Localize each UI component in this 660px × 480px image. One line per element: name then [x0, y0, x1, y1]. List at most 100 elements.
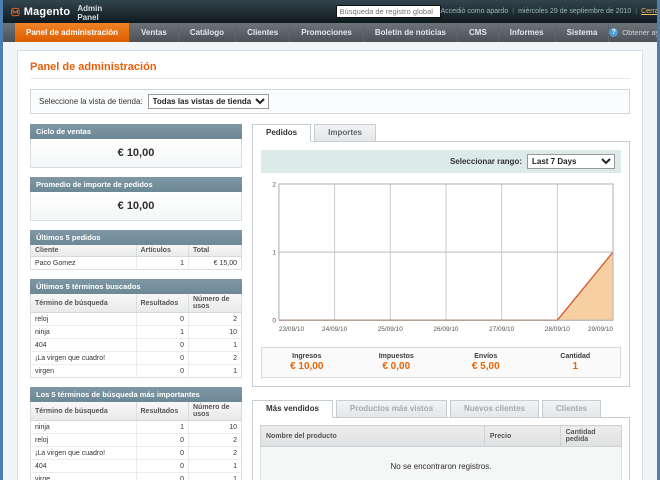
- chart-panel: Seleccionar rango: Last 7 Days 23/09/102…: [252, 141, 630, 387]
- nav-tab-informes[interactable]: Informes: [499, 23, 556, 42]
- help-label: Obtener ayuda para esta página: [622, 28, 660, 37]
- last-search-cell: virgen: [31, 365, 136, 378]
- top-search-row[interactable]: 40401: [31, 460, 241, 473]
- tab-clientes: Clientes: [542, 400, 601, 418]
- tab-mas-vendidos[interactable]: Más vendidos: [252, 400, 333, 418]
- last-search-cell: 0: [136, 339, 189, 352]
- top-search-row[interactable]: ¡La virgen que cuadro!02: [31, 447, 241, 460]
- total-label: Ingresos: [262, 353, 352, 360]
- products-header-row: Nombre del productoPrecioCantidad pedida: [261, 426, 622, 447]
- top-search-cell: 0: [136, 473, 189, 480]
- orders-area-chart: 23/09/10 24/09/10 25/09/10 26/09/10 27/09/10…: [263, 179, 619, 336]
- page-title: Panel de administración: [30, 61, 630, 79]
- last-search-cell: 1: [136, 326, 189, 339]
- global-search-input[interactable]: [336, 5, 441, 18]
- range-label: Seleccionar rango:: [450, 157, 522, 166]
- header-user-info: Accedió como apardo | miércoles 29 de se…: [441, 8, 660, 15]
- last-search-row[interactable]: reloj02: [31, 313, 241, 326]
- top-search-cell: 10: [189, 421, 242, 434]
- nav-tab-ventas[interactable]: Ventas: [130, 23, 179, 42]
- range-select[interactable]: Last 7 Days: [527, 154, 615, 169]
- top-search-cell: 0: [136, 447, 189, 460]
- top-search-col-resultados: Resultados: [136, 402, 189, 421]
- last-orders-title: Últimos 5 pedidos: [30, 230, 242, 245]
- last-search-header-row: Término de búsquedaResultadosNúmero de u…: [31, 294, 241, 313]
- orders-chart: 23/09/10 24/09/10 25/09/10 26/09/10 27/09/10…: [261, 173, 621, 341]
- svg-text:25/09/10: 25/09/10: [378, 326, 404, 333]
- last-orders-cell: 1: [136, 257, 189, 270]
- products-col-precio: Precio: [484, 426, 560, 447]
- top-search-cell: 0: [136, 434, 189, 447]
- tab-productos-mas-vistos: Productos más vistos: [336, 400, 447, 418]
- store-switcher-select[interactable]: Todas las vistas de tienda: [148, 94, 269, 109]
- average-orders-value: € 10,00: [31, 192, 241, 220]
- magento-logo-icon: [11, 5, 20, 19]
- svg-text:23/09/10: 23/09/10: [279, 326, 305, 333]
- last-search-terms-box: Últimos 5 términos buscados Término de b…: [30, 279, 242, 378]
- last-search-row[interactable]: ninja110: [31, 326, 241, 339]
- last-search-cell: 0: [136, 352, 189, 365]
- total-value: € 0,00: [352, 361, 442, 372]
- logout-link[interactable]: Cerrar Sesión: [641, 8, 660, 15]
- top-search-row[interactable]: virge01: [31, 473, 241, 480]
- last-search-row[interactable]: virgen01: [31, 365, 241, 378]
- totals-strip: Ingresos€ 10,00Impuestos€ 0,00Envíos€ 5,…: [261, 347, 621, 378]
- magento-admin-window: Magento Admin Panel Accedió como apardo …: [0, 0, 660, 480]
- current-date: miércoles 29 de septiembre de 2010: [518, 8, 631, 15]
- tab-pedidos[interactable]: Pedidos: [252, 124, 311, 142]
- dashboard-right-column: PedidosImportes Seleccionar rango: Last …: [252, 124, 630, 480]
- last-search-cell: 1: [189, 339, 242, 352]
- nav-tab-catalogo[interactable]: Catálogo: [179, 23, 236, 42]
- svg-text:27/09/10: 27/09/10: [489, 326, 515, 333]
- average-orders-title: Promedio de importe de pedidos: [30, 177, 242, 192]
- svg-text:26/09/10: 26/09/10: [433, 326, 459, 333]
- top-search-col-termino-de-busqueda: Término de búsqueda: [31, 402, 136, 421]
- tab-importes[interactable]: Importes: [314, 124, 376, 142]
- products-col-cantidad-pedida: Cantidad pedida: [560, 426, 621, 447]
- nav-tab-boletin-de-noticias[interactable]: Boletín de noticias: [364, 23, 458, 42]
- nav-tab-clientes[interactable]: Clientes: [236, 23, 290, 42]
- last-orders-col-cliente: Cliente: [31, 245, 136, 257]
- top-search-cell: 1: [189, 473, 242, 480]
- products-empty-message: No se encontraron registros.: [261, 447, 622, 480]
- last-search-col-numero-de-usos: Número de usos: [189, 294, 242, 313]
- svg-text:2: 2: [272, 181, 276, 188]
- svg-text:24/09/10: 24/09/10: [322, 326, 348, 333]
- help-icon: ?: [609, 28, 618, 37]
- nav-tab-cms[interactable]: CMS: [458, 23, 499, 42]
- last-search-row[interactable]: ¡La virgen que cuadro!02: [31, 352, 241, 365]
- last-orders-header-row: ClienteArtículosTotal: [31, 245, 241, 257]
- top-search-header-row: Término de búsquedaResultadosNúmero de u…: [31, 402, 241, 421]
- header-bar: Magento Admin Panel Accedió como apardo …: [3, 0, 657, 23]
- top-search-row[interactable]: reloj02: [31, 434, 241, 447]
- separator: |: [512, 8, 514, 15]
- range-selector-bar: Seleccionar rango: Last 7 Days: [261, 150, 621, 173]
- store-switcher: Seleccione la vista de tienda: Todas las…: [30, 89, 630, 114]
- total-envios: Envíos€ 5,00: [441, 353, 531, 372]
- top-search-cell: 0: [136, 460, 189, 473]
- top-search-cell: 2: [189, 447, 242, 460]
- total-ingresos: Ingresos€ 10,00: [262, 353, 352, 372]
- last-orders-cell: Paco Gomez: [31, 257, 136, 270]
- tab-nuevos-clientes: Nuevos clientes: [450, 400, 539, 418]
- last-search-cell: 10: [189, 326, 242, 339]
- top-search-terms-box: Los 5 términos de búsqueda más important…: [30, 387, 242, 480]
- total-value: € 5,00: [441, 361, 531, 372]
- last-orders-cell: € 15,00: [189, 257, 242, 270]
- last-search-row[interactable]: 40401: [31, 339, 241, 352]
- total-label: Cantidad: [531, 353, 621, 360]
- nav-tab-panel-de-administracion[interactable]: Panel de administración: [15, 23, 130, 42]
- top-search-terms-title: Los 5 términos de búsqueda más important…: [30, 387, 242, 402]
- top-search-cell: 2: [189, 434, 242, 447]
- nav-tabs: Panel de administraciónVentasCatálogoCli…: [15, 23, 609, 42]
- lifetime-sales-box: Ciclo de ventas € 10,00: [30, 124, 242, 168]
- nav-tab-promociones[interactable]: Promociones: [290, 23, 364, 42]
- top-search-row[interactable]: ninja110: [31, 421, 241, 434]
- total-impuestos: Impuestos€ 0,00: [352, 353, 442, 372]
- last-search-cell: 0: [136, 365, 189, 378]
- dashboard-left-column: Ciclo de ventas € 10,00 Promedio de impo…: [30, 124, 242, 480]
- last-orders-row[interactable]: Paco Gomez1€ 15,00: [31, 257, 241, 270]
- nav-tab-sistema[interactable]: Sistema: [556, 23, 610, 42]
- separator: |: [635, 8, 637, 15]
- help-link[interactable]: ? Obtener ayuda para esta página: [609, 23, 660, 42]
